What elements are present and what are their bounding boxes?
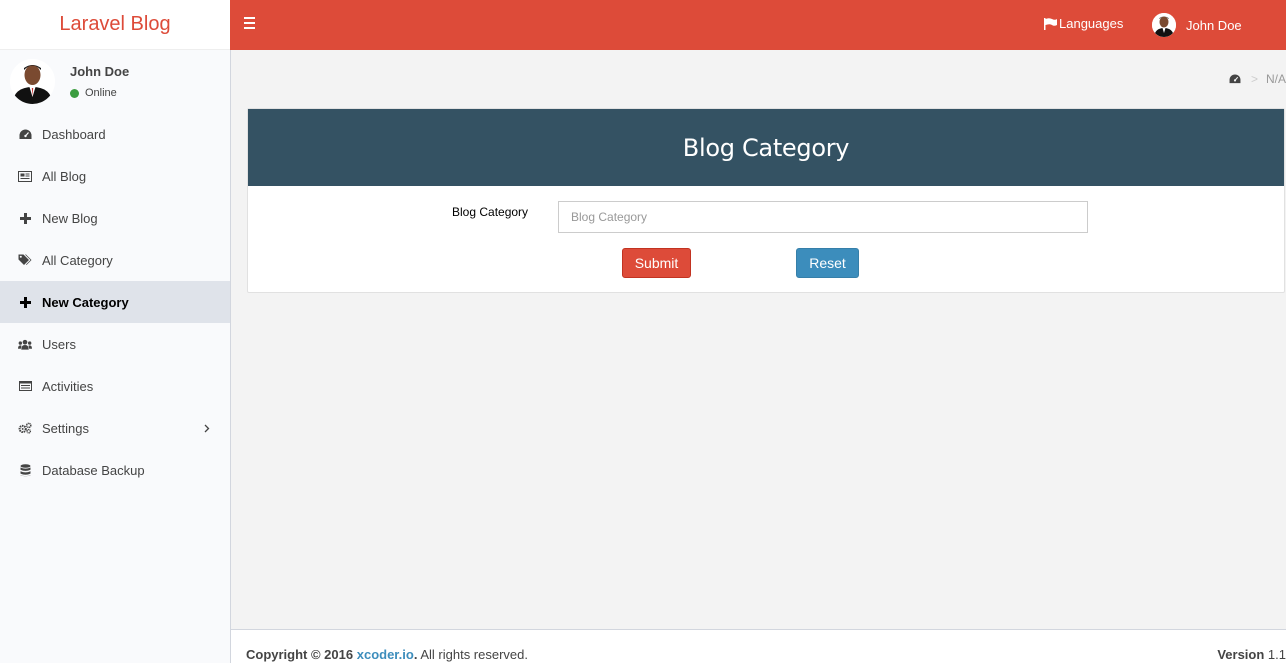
online-status-icon xyxy=(70,88,79,98)
sidebar-item-label: Activities xyxy=(42,378,94,394)
user-status-label: Online xyxy=(85,87,117,99)
sidebar-item-label: Dashboard xyxy=(42,126,106,142)
sidebar-item-label: Settings xyxy=(42,420,89,436)
sidebar-item-label: New Blog xyxy=(42,210,98,226)
plus-icon xyxy=(18,211,32,225)
avatar xyxy=(10,59,55,104)
sidebar-item-all-category[interactable]: All Category xyxy=(0,239,230,281)
sidebar-item-label: Users xyxy=(42,336,76,352)
version-number: 1.1 xyxy=(1267,647,1286,662)
breadcrumb-current: N/A xyxy=(1265,72,1286,86)
languages-label: Languages xyxy=(1059,16,1124,31)
sidebar: John Doe Online Dashboard All Blog New B… xyxy=(0,50,231,663)
navbar-user-name: John Doe xyxy=(1186,17,1242,33)
form-title: Blog Category xyxy=(682,133,850,162)
blog-category-label: Blog Category xyxy=(452,205,529,219)
database-icon xyxy=(18,463,32,477)
sidebar-item-label: All Category xyxy=(42,252,113,268)
blog-category-input[interactable] xyxy=(558,201,1088,233)
sidebar-item-settings[interactable]: Settings xyxy=(0,407,230,449)
users-icon xyxy=(18,337,32,351)
sidebar-item-new-category[interactable]: New Category xyxy=(0,281,230,323)
footer: Copyright © 2016 xcoder.io. All rights r… xyxy=(231,629,1286,663)
copyright-period: . xyxy=(413,647,418,662)
sidebar-item-new-blog[interactable]: New Blog xyxy=(0,197,230,239)
submit-button[interactable]: Submit xyxy=(622,248,691,278)
breadcrumb-separator: > xyxy=(1250,72,1258,86)
sidebar-menu: Dashboard All Blog New Blog All Category… xyxy=(0,113,230,491)
breadcrumb: > N/A xyxy=(1229,72,1286,86)
company-link[interactable]: xcoder.io xyxy=(357,647,414,662)
copyright: Copyright © 2016 xcoder.io. All rights r… xyxy=(246,647,528,662)
sidebar-item-label: Database Backup xyxy=(42,462,145,478)
tags-icon xyxy=(18,253,32,267)
copyright-prefix: Copyright © 2016 xyxy=(246,647,354,662)
brand-logo[interactable]: Laravel Blog xyxy=(0,0,230,50)
sidebar-item-users[interactable]: Users xyxy=(0,323,230,365)
chevron-right-icon xyxy=(204,421,210,436)
user-status: Online xyxy=(70,87,117,99)
reset-button[interactable]: Reset xyxy=(796,248,859,278)
sidebar-item-database-backup[interactable]: Database Backup xyxy=(0,449,230,491)
sidebar-item-label: New Category xyxy=(42,294,129,310)
version: Version 1.1 xyxy=(1217,647,1286,662)
form-header: Blog Category xyxy=(248,109,1284,186)
sidebar-item-dashboard[interactable]: Dashboard xyxy=(0,113,230,155)
brand-title: Laravel Blog xyxy=(59,13,171,35)
user-menu[interactable]: John Doe xyxy=(1152,13,1242,37)
version-label: Version xyxy=(1217,647,1265,662)
list-icon xyxy=(18,379,32,393)
copyright-suffix: All rights reserved. xyxy=(420,647,528,662)
top-navbar: Languages John Doe xyxy=(230,0,1286,50)
sidebar-item-all-blog[interactable]: All Blog xyxy=(0,155,230,197)
sidebar-item-activities[interactable]: Activities xyxy=(0,365,230,407)
dashboard-icon xyxy=(18,127,32,141)
sidebar-user-name: John Doe xyxy=(70,64,130,79)
avatar xyxy=(1152,13,1176,37)
newspaper-icon xyxy=(18,169,32,183)
flag-icon xyxy=(1044,17,1058,30)
user-panel: John Doe Online xyxy=(0,50,230,113)
sidebar-item-label: All Blog xyxy=(42,168,87,184)
blog-category-form-box: Blog Category Blog Category Submit Reset xyxy=(247,108,1285,293)
hamburger-icon[interactable] xyxy=(244,17,257,31)
languages-menu[interactable]: Languages xyxy=(1044,16,1123,31)
plus-icon xyxy=(18,295,32,309)
gears-icon xyxy=(18,421,32,435)
dashboard-icon[interactable] xyxy=(1229,74,1241,84)
